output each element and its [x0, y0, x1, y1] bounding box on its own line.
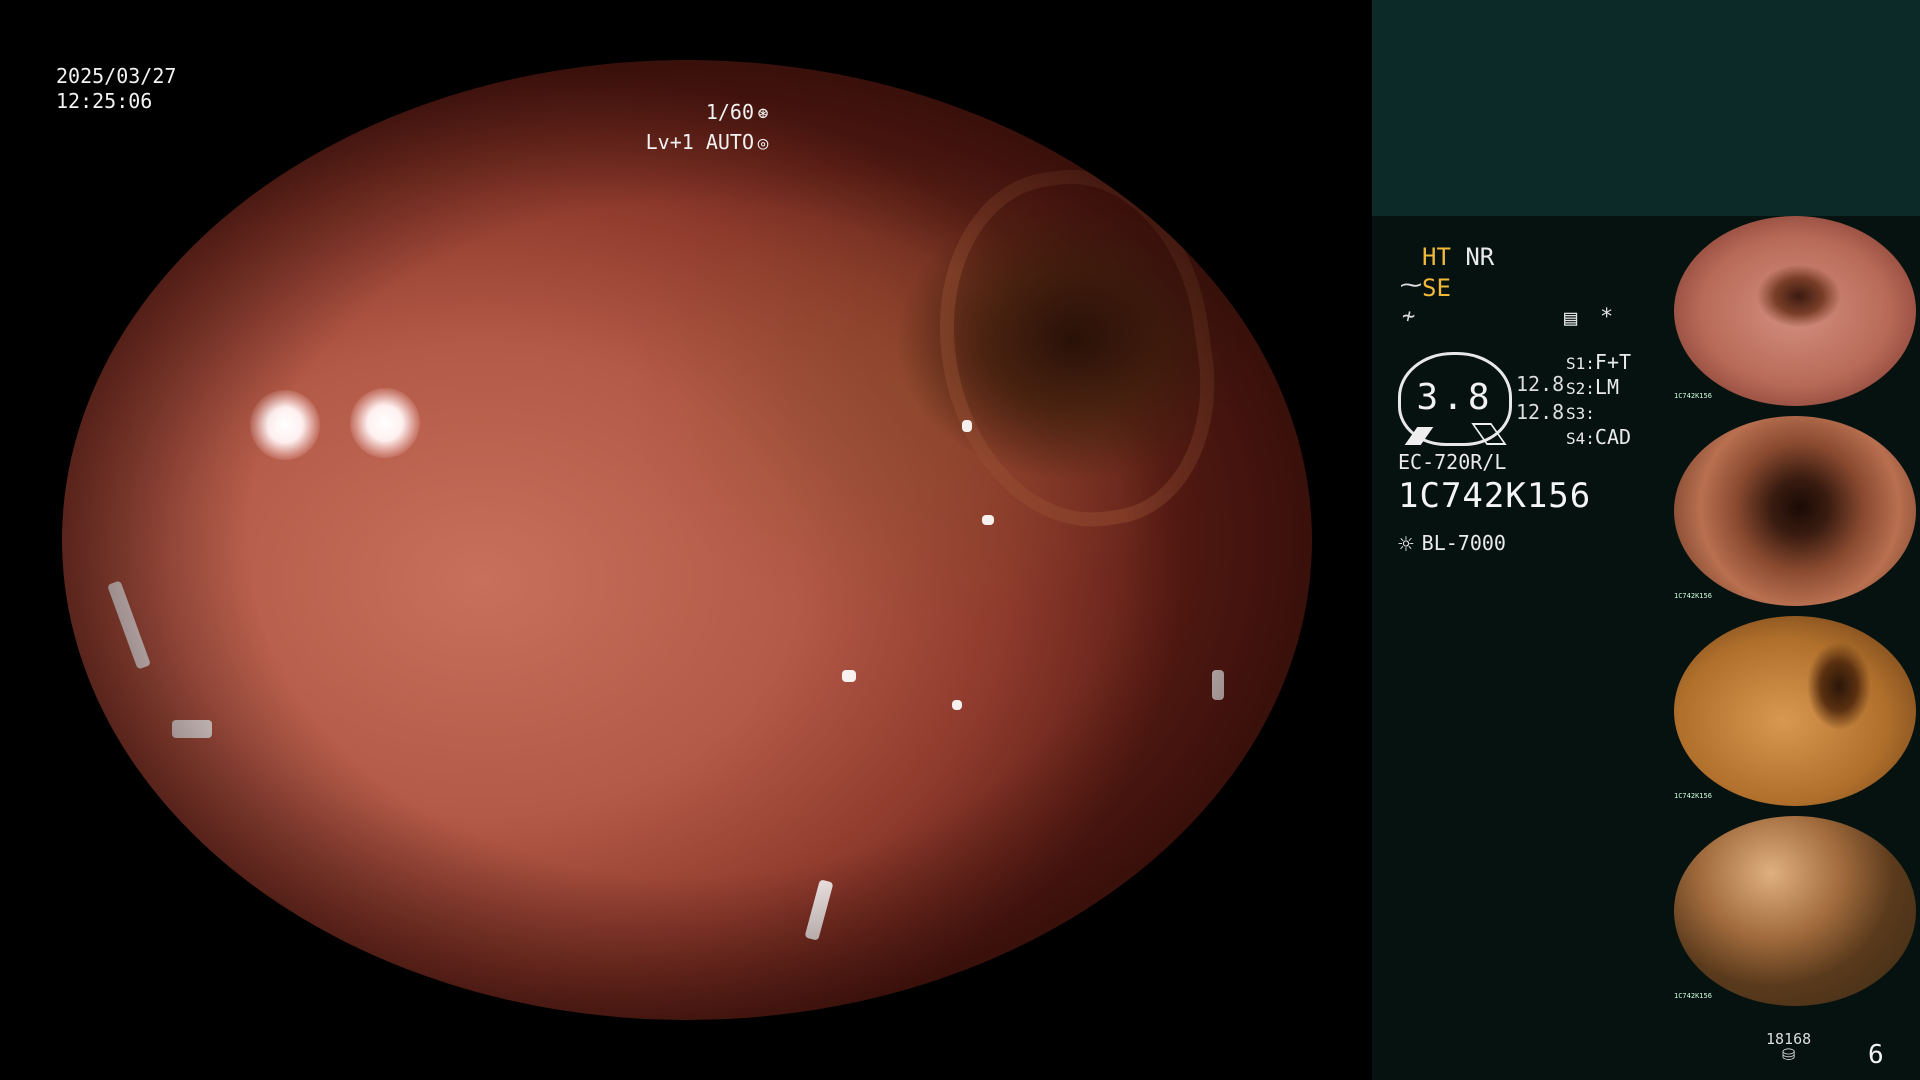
mode-nr: NR [1465, 243, 1495, 271]
setting-s4: S4:CAD [1566, 425, 1632, 449]
page-number: 6 [1868, 1040, 1884, 1070]
thumbnail-2[interactable]: 1C742K156 [1670, 416, 1920, 612]
mode-row: HT NR [1422, 242, 1494, 272]
storage-icon: ⛁ [1781, 1045, 1796, 1064]
side-value-2: 12.8 [1516, 400, 1565, 424]
gauge-mark-filled [1404, 427, 1434, 445]
thumbnail-serial: 1C742K156 [1674, 792, 1712, 800]
gauge-mark-outline [1471, 423, 1507, 445]
endoscope-image [62, 60, 1312, 1020]
structure-enhance-icon: ⁓ [1400, 273, 1422, 298]
light-source-label: BL-7000 [1421, 531, 1506, 555]
aperture-icon: ⊛ [757, 103, 769, 124]
sun-icon: ☼ [1398, 530, 1414, 560]
date-time-readout: 2025/03/27 12:25:06 [56, 64, 176, 114]
thumbnail-image [1674, 816, 1916, 1006]
color-mode-icon: ≁ [1402, 304, 1416, 329]
thumbnail-image [1674, 216, 1916, 406]
endoscope-view: 2025/03/27 12:25:06 1/60 ⊛ Lv+1 AUTO ◎ [0, 0, 1372, 1080]
light-source: ☼ BL-7000 [1398, 530, 1506, 560]
se-row: SE [1422, 273, 1451, 303]
thumbnail-serial: 1C742K156 [1674, 592, 1712, 600]
mode-se: SE [1422, 274, 1451, 302]
thumbnail-image [1674, 616, 1916, 806]
scope-model: EC-720R/L [1398, 450, 1507, 474]
thumbnail-1[interactable]: 1C742K156 [1670, 216, 1920, 412]
thumbnail-4[interactable]: 1C742K156 [1670, 816, 1920, 1012]
exposure-mode-text: AUTO [705, 130, 754, 154]
date-text: 2025/03/27 [56, 64, 177, 88]
memo-icon: ▤ [1564, 306, 1578, 331]
scope-serial: 1C742K156 [1398, 476, 1592, 516]
info-panel: HT NR ⁓ SE ≁ ▤ * 3.8 12.8 12.8 S1:F+T S2… [1372, 0, 1920, 1080]
level-text: Lv+1 [645, 130, 694, 154]
thumbnail-serial: 1C742K156 [1674, 392, 1712, 400]
setting-s1: S1:F+T [1566, 350, 1632, 374]
image-vignette [62, 60, 1312, 1020]
target-icon: ◎ [757, 133, 769, 154]
mode-ht: HT [1422, 243, 1451, 271]
exposure-readout: 1/60 ⊛ Lv+1 AUTO ◎ [646, 98, 772, 158]
thumbnail-serial: 1C742K156 [1674, 992, 1712, 1000]
setting-s3: S3: [1566, 404, 1595, 423]
side-value-1: 12.8 [1516, 372, 1565, 396]
thumbnail-3[interactable]: 1C742K156 [1670, 616, 1920, 812]
thumbnail-image [1674, 416, 1916, 606]
shutter-text: 1/60 [705, 100, 754, 124]
asterisk-icon: * [1600, 305, 1614, 330]
panel-header [1372, 0, 1920, 216]
frame-counter: 18168 ⛁ [1766, 1030, 1811, 1064]
setting-s2: S2:LM [1566, 375, 1619, 399]
gauge-value: 3.8 [1416, 377, 1494, 418]
magnification-gauge: 3.8 [1398, 352, 1512, 446]
time-text: 12:25:06 [56, 89, 153, 113]
